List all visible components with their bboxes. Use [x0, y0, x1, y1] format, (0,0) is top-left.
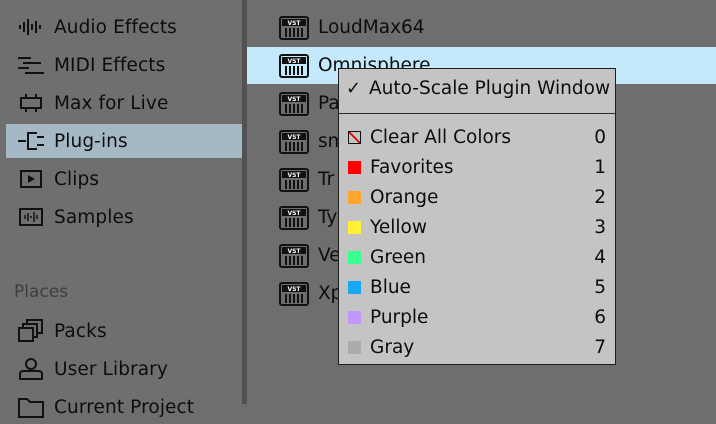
sidebar-item-max-for-live[interactable]: Max for Live — [6, 86, 242, 120]
menu-item-auto-scale-plugin-window[interactable]: ✓ Auto-Scale Plugin Window — [339, 73, 615, 103]
menu-item-blue[interactable]: Blue 5 — [339, 272, 615, 302]
sidebar-item-label: Plug-ins — [54, 130, 128, 152]
color-swatch — [348, 190, 361, 204]
sidebar-item-samples[interactable]: Samples — [6, 200, 242, 234]
packs-icon — [16, 319, 46, 343]
sidebar-item-label: Audio Effects — [54, 16, 177, 38]
plugin-name: Tr — [318, 169, 335, 190]
sidebar-item-plug-ins[interactable]: Plug-ins — [6, 124, 242, 158]
menu-item-label: Gray — [370, 336, 415, 358]
menu-item-label: Blue — [370, 276, 411, 298]
menu-item-label: Favorites — [370, 156, 454, 178]
menu-item-label: Auto-Scale Plugin Window — [369, 77, 611, 99]
shortcut-key: 5 — [594, 276, 606, 298]
places-header: Places — [14, 282, 69, 302]
sidebar-item-label: Clips — [54, 168, 100, 190]
vst-plugin-icon: VST — [279, 167, 309, 192]
max-for-live-icon — [16, 91, 46, 115]
sidebar-item-current-project[interactable]: Current Project — [6, 390, 242, 424]
svg-text:VST: VST — [287, 20, 301, 27]
svg-text:VST: VST — [287, 286, 301, 293]
shortcut-key: 2 — [594, 186, 606, 208]
vst-plugin-icon: VST — [279, 205, 309, 230]
svg-text:VST: VST — [287, 58, 301, 65]
sidebar-item-label: Max for Live — [54, 92, 169, 114]
svg-text:VST: VST — [287, 210, 301, 217]
sidebar-item-packs[interactable]: Packs — [6, 314, 242, 348]
sidebar-item-label: Packs — [54, 320, 107, 342]
sidebar-item-label: Current Project — [54, 396, 195, 418]
menu-item-purple[interactable]: Purple 6 — [339, 302, 615, 332]
menu-item-label: Clear All Colors — [370, 126, 512, 148]
user-library-icon — [16, 357, 46, 381]
svg-text:VST: VST — [287, 172, 301, 179]
sidebar-item-label: Samples — [54, 206, 134, 228]
sidebar-item-user-library[interactable]: User Library — [6, 352, 242, 386]
shortcut-key: 4 — [594, 246, 606, 268]
shortcut-key: 0 — [594, 126, 606, 148]
menu-item-gray[interactable]: Gray 7 — [339, 332, 615, 362]
svg-text:VST: VST — [287, 96, 301, 103]
vst-plugin-icon: VST — [279, 91, 309, 116]
color-swatch — [348, 250, 361, 264]
shortcut-key: 7 — [594, 336, 606, 358]
vst-plugin-icon: VST — [279, 15, 309, 40]
svg-text:VST: VST — [287, 248, 301, 255]
color-swatch — [348, 310, 361, 324]
vst-plugin-icon: VST — [279, 243, 309, 268]
plugin-name: Pa — [318, 93, 340, 114]
sidebar-item-label: MIDI Effects — [54, 54, 166, 76]
folder-icon — [16, 395, 46, 419]
plugin-icon — [16, 129, 46, 153]
menu-item-label: Orange — [370, 186, 439, 208]
sidebar-item-clips[interactable]: Clips — [6, 162, 242, 196]
menu-item-green[interactable]: Green 4 — [339, 242, 615, 272]
midi-effects-icon — [16, 53, 46, 77]
vst-plugin-icon: VST — [279, 129, 309, 154]
browser-sidebar: Audio Effects MIDI Effects Max for Live — [0, 0, 242, 418]
sidebar-item-audio-effects[interactable]: Audio Effects — [6, 10, 242, 44]
menu-item-label: Purple — [370, 306, 429, 328]
clear-color-icon — [348, 130, 361, 144]
sidebar-item-midi-effects[interactable]: MIDI Effects — [6, 48, 242, 82]
audio-effects-icon — [16, 15, 46, 39]
vst-plugin-icon: VST — [279, 281, 309, 306]
shortcut-key: 1 — [594, 156, 606, 178]
svg-text:VST: VST — [287, 134, 301, 141]
menu-item-clear-all-colors[interactable]: Clear All Colors 0 — [339, 122, 615, 152]
menu-separator — [339, 113, 615, 114]
list-item[interactable]: VST LoudMax64 — [247, 9, 716, 46]
samples-icon — [16, 205, 46, 229]
plugin-name: Ty — [318, 207, 338, 228]
vst-plugin-icon: VST — [279, 53, 309, 78]
plugin-name: LoudMax64 — [318, 17, 425, 38]
menu-item-label: Yellow — [370, 216, 427, 238]
color-swatch — [348, 220, 361, 234]
menu-item-label: Green — [370, 246, 427, 268]
clips-icon — [16, 167, 46, 191]
menu-item-orange[interactable]: Orange 2 — [339, 182, 615, 212]
color-swatch — [348, 340, 361, 354]
shortcut-key: 3 — [594, 216, 606, 238]
sidebar-item-label: User Library — [54, 358, 168, 380]
shortcut-key: 6 — [594, 306, 606, 328]
checkmark-icon: ✓ — [346, 77, 362, 99]
context-menu: ✓ Auto-Scale Plugin Window Clear All Col… — [338, 68, 616, 365]
color-swatch — [348, 280, 361, 294]
menu-item-yellow[interactable]: Yellow 3 — [339, 212, 615, 242]
menu-item-favorites[interactable]: Favorites 1 — [339, 152, 615, 182]
color-swatch — [348, 160, 361, 174]
